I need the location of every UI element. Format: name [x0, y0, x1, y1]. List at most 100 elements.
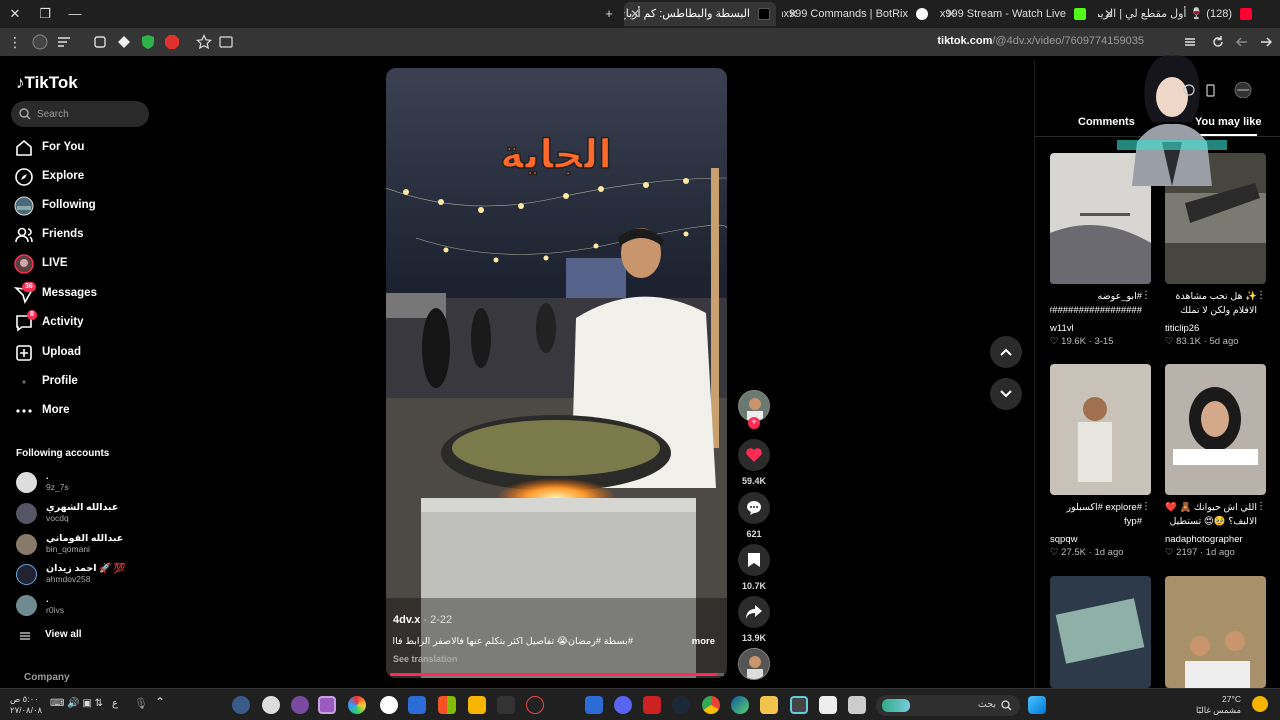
nav-activity[interactable]: 8 Activity — [14, 310, 150, 335]
card-user[interactable]: w11vl — [1050, 323, 1074, 334]
share-button[interactable] — [738, 596, 770, 628]
reading-list-icon[interactable] — [56, 34, 72, 50]
window-minimize-icon[interactable]: — — [64, 4, 86, 24]
nav-friends[interactable]: Friends — [14, 223, 150, 247]
nav-for-you[interactable]: For You — [14, 136, 150, 160]
tab-close-icon[interactable]: ✕ — [630, 2, 640, 26]
app-icon[interactable] — [585, 696, 603, 714]
video-thumbnail[interactable] — [1050, 576, 1151, 688]
save-button[interactable] — [738, 544, 770, 576]
search-input[interactable] — [37, 105, 141, 123]
comment-button[interactable] — [738, 492, 770, 524]
nav-explore[interactable]: Explore — [14, 165, 150, 189]
card-user[interactable]: titiclip26 — [1165, 323, 1199, 334]
steam-icon[interactable] — [672, 696, 690, 714]
video-thumbnail[interactable] — [1165, 576, 1266, 688]
music-disc[interactable] — [738, 648, 770, 680]
video-player[interactable]: الجاية — [386, 68, 727, 678]
view-all-button[interactable]: View all — [20, 628, 120, 644]
nav-more[interactable]: More — [14, 399, 150, 423]
app-icon[interactable] — [819, 696, 837, 714]
obs-app-icon[interactable] — [262, 696, 280, 714]
tiktok-logo[interactable]: ♪TikTok — [16, 73, 78, 93]
app-icon[interactable] — [468, 696, 486, 714]
system-clock[interactable]: ٥:٠٠ ص ٢٧/٠٨/٠٨ — [10, 694, 42, 716]
task-view-icon[interactable] — [848, 696, 866, 714]
browser-tab-kick[interactable]: ✕ Yassenx999 Stream - Watch Live — [940, 2, 1092, 26]
card-options-icon[interactable]: ⋮ — [1256, 501, 1266, 512]
video-thumbnail[interactable] — [1050, 364, 1151, 495]
device-icon[interactable] — [1206, 84, 1215, 97]
app-icon[interactable] — [408, 696, 426, 714]
nav-messages[interactable]: 36 Messages — [14, 282, 150, 306]
chrome-active-icon[interactable] — [790, 696, 808, 714]
video-progress-bar[interactable] — [390, 673, 724, 676]
company-link[interactable]: Company — [24, 672, 70, 683]
file-explorer-icon[interactable] — [760, 696, 778, 714]
show-hidden-icons-chevron-icon[interactable]: ⌃ — [155, 695, 165, 709]
extension-icon[interactable] — [32, 34, 48, 50]
shield-extension-icon[interactable] — [140, 34, 156, 50]
color-app-icon[interactable] — [348, 696, 366, 714]
extension-diamond-icon[interactable] — [116, 34, 132, 50]
chrome-icon[interactable] — [702, 696, 720, 714]
browser-tab-botrix[interactable]: ✕ yassenx999 Commands | BotRix — [782, 2, 934, 26]
taskbar-search[interactable]: بحث — [876, 695, 1020, 716]
tab-close-icon[interactable]: ✕ — [1104, 2, 1114, 26]
card-options-icon[interactable]: ⋮ — [1141, 290, 1151, 301]
tab-search-icon[interactable] — [1182, 34, 1198, 50]
next-video-button[interactable] — [990, 378, 1022, 410]
settings-app-icon[interactable] — [232, 696, 250, 714]
video-author[interactable]: 4dv.x · 2-22 — [393, 614, 452, 626]
nav-upload[interactable]: Upload — [14, 341, 150, 365]
epic-games-icon[interactable] — [497, 696, 515, 714]
card-options-icon[interactable]: ⋮ — [1141, 501, 1151, 512]
following-account[interactable]: . r0ivs — [16, 593, 156, 619]
microphone-icon[interactable]: 🎙 — [134, 697, 148, 710]
see-translation-link[interactable]: See translation — [393, 654, 458, 664]
like-button[interactable] — [738, 439, 770, 471]
card-user[interactable]: nadaphotographer — [1165, 534, 1243, 545]
app-icon[interactable] — [643, 696, 661, 714]
url-bar[interactable]: tiktok.com/@4dv.x/video/7609774159035 — [937, 35, 1144, 47]
tab-close-icon[interactable]: ✕ — [946, 2, 956, 26]
window-close-icon[interactable]: ✕ — [4, 4, 26, 24]
nav-profile[interactable]: Profile — [14, 370, 150, 394]
more-button[interactable]: more — [692, 636, 715, 647]
browser-tab-tiktok[interactable]: ✕ البسطة والبطاطس: كم أرباح — [624, 2, 776, 26]
discord-icon[interactable] — [614, 696, 632, 714]
app-icon[interactable] — [526, 696, 544, 714]
following-account[interactable]: احمد زيدان 🚀 💯 ahmdov258 — [16, 562, 156, 588]
microsoft-store-icon[interactable] — [438, 696, 456, 714]
search-box[interactable] — [11, 101, 149, 127]
twitch-app-icon[interactable] — [318, 696, 336, 714]
nav-following[interactable]: Following — [14, 194, 150, 218]
tray-icons[interactable]: ⌨ 🔊 ▣ ⇅ — [50, 698, 103, 709]
target-icon[interactable] — [1183, 84, 1195, 96]
card-user[interactable]: sqpqw — [1050, 534, 1077, 545]
forward-icon[interactable] — [1234, 34, 1250, 50]
menu-dots-icon[interactable]: ⋮ — [8, 34, 24, 50]
app-icon[interactable] — [291, 696, 309, 714]
adblock-icon[interactable] — [164, 34, 180, 50]
input-language[interactable]: ع — [112, 698, 118, 709]
video-thumbnail[interactable] — [1165, 364, 1266, 495]
following-account[interactable]: عبدالله القوماني bin_qomani — [16, 532, 156, 558]
bookmark-star-icon[interactable] — [196, 34, 212, 50]
new-tab-button[interactable]: + — [598, 4, 620, 24]
reload-icon[interactable] — [1210, 34, 1226, 50]
edge-icon[interactable] — [731, 696, 749, 714]
follow-plus-icon[interactable]: + — [748, 417, 760, 429]
card-options-icon[interactable]: ⋮ — [1256, 290, 1266, 301]
previous-video-button[interactable] — [990, 336, 1022, 368]
tab-close-icon[interactable]: ✕ — [788, 2, 798, 26]
weather-widget[interactable]: 27°C مشمس غالبًا — [1196, 694, 1241, 716]
wiki-app-icon[interactable] — [380, 696, 398, 714]
windows-start-icon[interactable] — [1028, 696, 1046, 714]
nav-live[interactable]: LIVE — [14, 252, 150, 276]
following-account[interactable]: عبدالله الشهري vocdq — [16, 501, 156, 527]
following-account[interactable]: . 9z_7s — [16, 470, 156, 496]
install-app-icon[interactable] — [218, 34, 234, 50]
browser-tab-youtube[interactable]: ✕ (128) 🍷 أول مقطع لي | الريميت — [1098, 2, 1258, 26]
window-restore-icon[interactable]: ❐ — [34, 4, 56, 24]
